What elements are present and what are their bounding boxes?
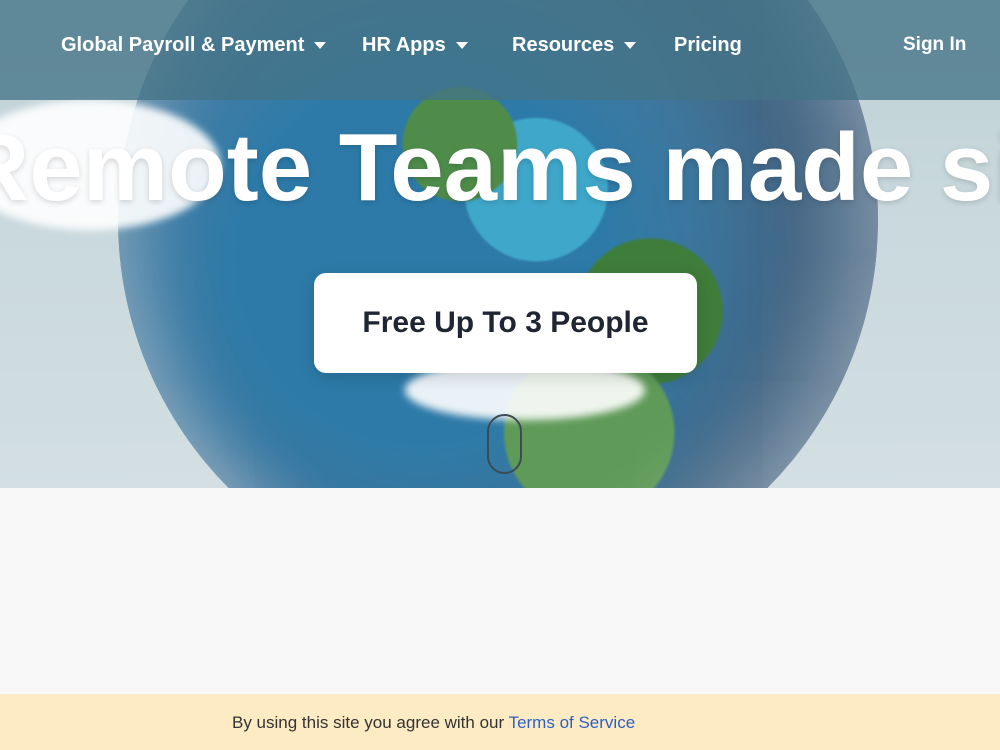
- hero-headline: Remote Teams made simple: [0, 114, 1000, 221]
- top-navbar: Global Payroll & Payment HR Apps Resourc…: [0, 0, 1000, 100]
- sign-in-link[interactable]: Sign In: [903, 34, 966, 56]
- terms-of-service-link[interactable]: Terms of Service: [509, 713, 636, 732]
- free-signup-button[interactable]: Free Up To 3 People: [314, 273, 697, 373]
- caret-down-icon: [624, 42, 637, 49]
- nav-pricing-link[interactable]: Pricing: [674, 34, 742, 57]
- caret-down-icon: [455, 42, 468, 49]
- content-area: [0, 488, 1000, 694]
- caret-down-icon: [314, 42, 327, 49]
- nav-label: Resources: [512, 34, 615, 56]
- nav-resources-dropdown[interactable]: Resources: [512, 34, 637, 57]
- cookie-message: By using this site you agree with our: [232, 713, 509, 732]
- nav-global-payroll-dropdown[interactable]: Global Payroll & Payment: [61, 34, 327, 57]
- nav-label: Pricing: [674, 34, 742, 56]
- nav-hr-apps-dropdown[interactable]: HR Apps: [362, 34, 468, 57]
- nav-label: HR Apps: [362, 34, 446, 56]
- cookie-banner-text: By using this site you agree with our Te…: [232, 713, 635, 733]
- sign-in-label: Sign In: [903, 34, 967, 55]
- nav-label: Global Payroll & Payment: [61, 34, 305, 56]
- scroll-down-indicator[interactable]: [487, 414, 522, 474]
